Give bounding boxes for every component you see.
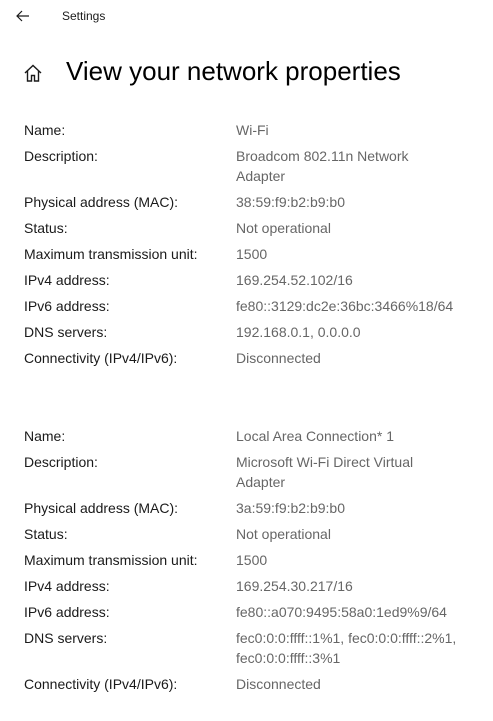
- property-value: Microsoft Wi-Fi Direct Virtual Adapter: [236, 454, 414, 490]
- property-label: Status:: [24, 526, 68, 542]
- property-value: 169.254.30.217/16: [236, 578, 353, 594]
- property-label: Status:: [24, 220, 68, 236]
- property-label: IPv6 address:: [24, 604, 110, 620]
- page-title: View your network properties: [66, 56, 401, 86]
- property-label: DNS servers:: [24, 630, 108, 646]
- back-arrow-icon: [16, 10, 29, 22]
- property-value: 169.254.52.102/16: [236, 272, 353, 288]
- property-label: Description:: [24, 148, 98, 164]
- property-value: fe80::a070:9495:58a0:1ed9%9/64: [236, 604, 447, 620]
- property-label: Name:: [24, 122, 66, 138]
- property-value: Not operational: [236, 526, 331, 542]
- title-bar: Settings: [0, 0, 493, 34]
- property-value: 38:59:f9:b2:b9:b0: [236, 194, 345, 210]
- property-value: 1500: [236, 246, 268, 262]
- property-label: Maximum transmission unit:: [24, 246, 198, 262]
- property-label: Maximum transmission unit:: [24, 552, 198, 568]
- back-button[interactable]: [10, 5, 36, 27]
- window-title: Settings: [62, 9, 106, 23]
- property-value: Disconnected: [236, 350, 321, 366]
- property-label: DNS servers:: [24, 324, 108, 340]
- home-button[interactable]: [21, 62, 45, 84]
- property-label: IPv4 address:: [24, 272, 110, 288]
- property-value: fe80::3129:dc2e:36bc:3466%18/64: [236, 298, 454, 314]
- property-value: Not operational: [236, 220, 331, 236]
- property-value: Wi-Fi: [236, 122, 269, 138]
- property-label: Connectivity (IPv4/IPv6):: [24, 676, 178, 692]
- property-value: Broadcom 802.11n Network Adapter: [236, 148, 409, 184]
- page-header: View your network properties: [0, 50, 493, 96]
- property-label: Name:: [24, 428, 66, 444]
- property-label: Physical address (MAC):: [24, 194, 179, 210]
- property-value: 1500: [236, 552, 268, 568]
- property-label: IPv4 address:: [24, 578, 110, 594]
- property-label: Connectivity (IPv4/IPv6):: [24, 350, 178, 366]
- property-label: IPv6 address:: [24, 298, 110, 314]
- property-value: 192.168.0.1, 0.0.0.0: [236, 324, 361, 340]
- property-value: fec0:0:0:ffff::1%1, fec0:0:0:ffff::2%1, …: [236, 630, 457, 666]
- property-value: 3a:59:f9:b2:b9:b0: [236, 500, 345, 516]
- property-label: Physical address (MAC):: [24, 500, 179, 516]
- property-value: Local Area Connection* 1: [236, 428, 394, 444]
- property-label: Description:: [24, 454, 98, 470]
- home-icon: [24, 64, 42, 82]
- property-value: Disconnected: [236, 676, 321, 692]
